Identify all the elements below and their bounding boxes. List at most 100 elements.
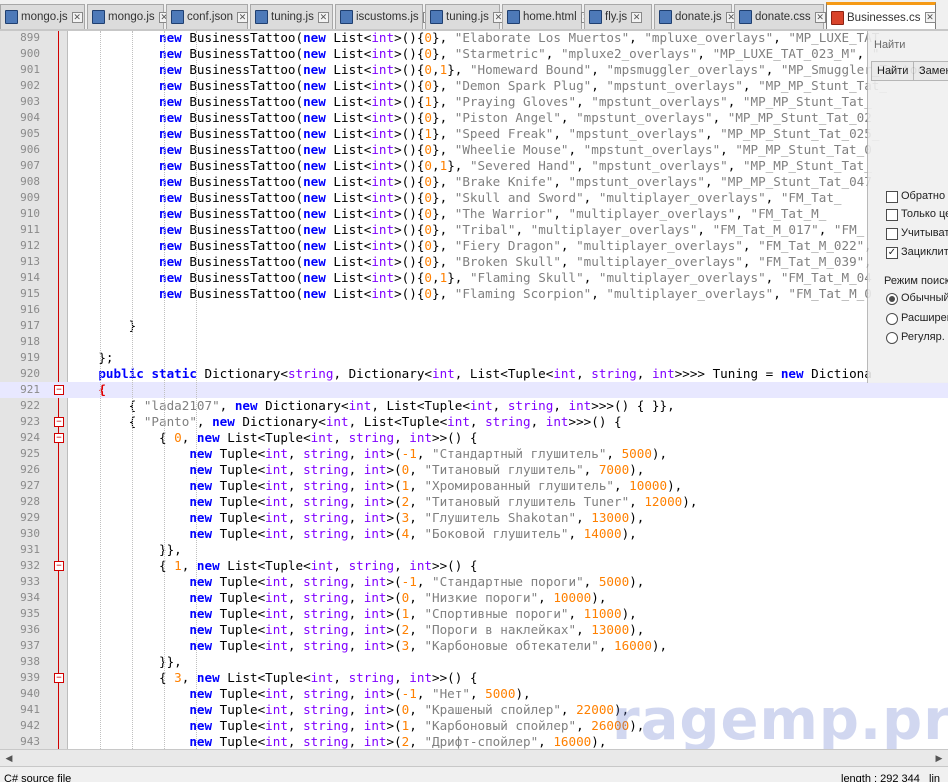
checkbox[interactable] xyxy=(886,191,898,203)
code-text[interactable]: new Tuple<int, string, int>(1, "Спортивн… xyxy=(68,606,636,622)
tab-iscustoms-js[interactable]: iscustoms.js✕ xyxy=(335,4,434,29)
code-text[interactable]: new Tuple<int, string, int>(3, "Карбонов… xyxy=(68,638,667,654)
checkbox[interactable]: ✓ xyxy=(886,247,898,259)
file-icon xyxy=(255,10,268,24)
tab-label: tuning.js xyxy=(271,11,314,23)
tab-tuning-js[interactable]: tuning.js ✕ xyxy=(250,4,333,29)
code-text[interactable]: { 0, new List<Tuple<int, string, int>>()… xyxy=(68,430,478,446)
file-icon xyxy=(340,10,353,24)
code-text[interactable]: new BusinessTattoo(new List<int>(){0}, "… xyxy=(68,254,872,270)
code-text[interactable]: new Tuple<int, string, int>(0, "Крашеный… xyxy=(68,702,629,718)
tab-label: conf.json xyxy=(187,11,234,23)
radio-button[interactable] xyxy=(886,293,898,305)
horizontal-scrollbar[interactable]: ◀ ▶ xyxy=(0,749,948,766)
line-number: 922 xyxy=(20,399,40,412)
code-text[interactable]: new BusinessTattoo(new List<int>(){0}, "… xyxy=(68,31,879,46)
tab-label: donate.css xyxy=(755,11,811,23)
line-number: 911 xyxy=(20,223,40,236)
code-text[interactable]: new BusinessTattoo(new List<int>(){1}, "… xyxy=(68,94,872,110)
tab-label: Businesses.cs xyxy=(847,11,921,24)
file-icon xyxy=(171,10,184,24)
code-text[interactable]: new BusinessTattoo(new List<int>(){0}, "… xyxy=(68,286,872,302)
find-label: Найти xyxy=(874,39,906,51)
line-number: 930 xyxy=(20,527,40,540)
code-text[interactable]: new BusinessTattoo(new List<int>(){0}, "… xyxy=(68,238,872,254)
radio-button[interactable] xyxy=(886,332,898,344)
code-text[interactable]: new Tuple<int, string, int>(2, "Пороги в… xyxy=(68,622,644,638)
tab-label: home.html xyxy=(523,11,577,23)
close-icon[interactable]: ✕ xyxy=(631,11,643,23)
code-text[interactable]: new Tuple<int, string, int>(0, "Титановы… xyxy=(68,462,644,478)
code-text[interactable]: new Tuple<int, string, int>(4, "Боковой … xyxy=(68,526,636,542)
tab-tuning-js[interactable]: tuning.js ✕ xyxy=(425,4,504,29)
radio-button[interactable] xyxy=(886,313,898,325)
fold-minus-icon[interactable]: − xyxy=(54,385,64,395)
code-line: 899 new BusinessTattoo(new List<int>(){0… xyxy=(0,31,948,46)
code-text[interactable]: new BusinessTattoo(new List<int>(){0}, "… xyxy=(68,222,864,238)
line-number: 906 xyxy=(20,143,40,156)
code-text[interactable]: new BusinessTattoo(new List<int>(){1}, "… xyxy=(68,126,879,142)
tab-donate-js[interactable]: donate.js ✕ xyxy=(654,4,737,29)
file-icon xyxy=(659,10,672,24)
tab-label: mongo.js xyxy=(21,11,68,23)
code-text[interactable]: { 1, new List<Tuple<int, string, int>>()… xyxy=(68,558,478,574)
code-editor[interactable]: 899 new BusinessTattoo(new List<int>(){0… xyxy=(0,31,948,749)
close-icon[interactable]: ✕ xyxy=(71,11,83,23)
close-icon[interactable]: ✕ xyxy=(924,12,936,23)
close-icon[interactable]: ✕ xyxy=(237,11,249,23)
code-text[interactable]: new Tuple<int, string, int>(0, "Низкие п… xyxy=(68,590,606,606)
code-text[interactable]: new Tuple<int, string, int>(2, "Титановы… xyxy=(68,494,697,510)
code-text[interactable]: }; xyxy=(68,350,113,366)
code-text[interactable]: new Tuple<int, string, int>(-1, "Стандар… xyxy=(68,446,667,462)
fold-minus-icon[interactable]: − xyxy=(54,433,64,443)
tab-mongo-js[interactable]: mongo.js ✕ xyxy=(0,4,85,29)
code-line: 913 new BusinessTattoo(new List<int>(){0… xyxy=(0,254,948,270)
close-icon[interactable]: ✕ xyxy=(317,11,329,23)
code-text[interactable]: new BusinessTattoo(new List<int>(){0,1},… xyxy=(68,158,872,174)
checkbox[interactable] xyxy=(886,228,898,240)
code-text[interactable]: new Tuple<int, string, int>(1, "Карбонов… xyxy=(68,718,644,734)
tab-donate-css[interactable]: donate.css ✕ xyxy=(734,4,826,29)
tab-businesses-cs[interactable]: Businesses.cs ✕ xyxy=(826,2,936,29)
code-text[interactable]: new Tuple<int, string, int>(1, "Хромиров… xyxy=(68,478,682,494)
line-number: 909 xyxy=(20,191,40,204)
code-text[interactable]: new BusinessTattoo(new List<int>(){0}, "… xyxy=(68,206,826,222)
fold-minus-icon[interactable]: − xyxy=(54,417,64,427)
line-number: 929 xyxy=(20,511,40,524)
tab-home-html[interactable]: home.html✕ xyxy=(502,4,592,29)
code-text[interactable]: new BusinessTattoo(new List<int>(){0}, "… xyxy=(68,46,879,62)
fold-minus-icon[interactable]: − xyxy=(54,561,64,571)
code-text[interactable]: } xyxy=(68,318,137,334)
tab-conf-json[interactable]: conf.json ✕ xyxy=(166,4,249,29)
code-text[interactable]: new BusinessTattoo(new List<int>(){0}, "… xyxy=(68,78,887,94)
code-text[interactable]: new Tuple<int, string, int>(-1, "Нет", 5… xyxy=(68,686,530,702)
code-text[interactable]: { 3, new List<Tuple<int, string, int>>()… xyxy=(68,670,478,686)
find-replace-panel: Найти Найти Замен Обратно Только це Учитыв… xyxy=(867,31,948,383)
code-text[interactable]: public static Dictionary<string, Diction… xyxy=(68,366,872,382)
close-icon[interactable]: ✕ xyxy=(814,11,826,23)
checkbox[interactable] xyxy=(886,209,898,221)
code-text[interactable]: new Tuple<int, string, int>(-1, "Стандар… xyxy=(68,574,644,590)
arrow-right-icon[interactable]: ▶ xyxy=(932,752,946,765)
replace-button[interactable]: Замен xyxy=(913,61,948,81)
tab-label: tuning.js xyxy=(446,11,489,23)
code-text[interactable]: new BusinessTattoo(new List<int>(){0,1},… xyxy=(68,270,872,286)
arrow-left-icon[interactable]: ◀ xyxy=(2,752,16,765)
find-button[interactable]: Найти xyxy=(871,61,915,81)
code-text[interactable]: new BusinessTattoo(new List<int>(){0}, "… xyxy=(68,174,872,190)
code-text[interactable]: { "Panto", new Dictionary<int, List<Tupl… xyxy=(68,414,622,430)
code-line: 907 new BusinessTattoo(new List<int>(){0… xyxy=(0,158,948,174)
code-text[interactable]: new BusinessTattoo(new List<int>(){0}, "… xyxy=(68,110,872,126)
tab-fly-js[interactable]: fly.js ✕ xyxy=(584,4,652,29)
code-line: 929 new Tuple<int, string, int>(3, "Глуш… xyxy=(0,510,948,526)
fold-minus-icon[interactable]: − xyxy=(54,673,64,683)
code-text[interactable]: new Tuple<int, string, int>(2, "Дрифт-сп… xyxy=(68,734,606,749)
code-text[interactable]: new Tuple<int, string, int>(3, "Глушител… xyxy=(68,510,644,526)
code-line: 926 new Tuple<int, string, int>(0, "Тита… xyxy=(0,462,948,478)
code-text[interactable]: { "lada2107", new Dictionary<int, List<T… xyxy=(68,398,675,414)
code-text[interactable]: new BusinessTattoo(new List<int>(){0}, "… xyxy=(68,190,842,206)
tab-mongo-js[interactable]: mongo.js ✕ xyxy=(87,4,170,29)
line-number: 923 xyxy=(20,415,40,428)
code-text[interactable]: new BusinessTattoo(new List<int>(){0}, "… xyxy=(68,142,872,158)
watermark: ragemp.pro xyxy=(612,688,948,753)
